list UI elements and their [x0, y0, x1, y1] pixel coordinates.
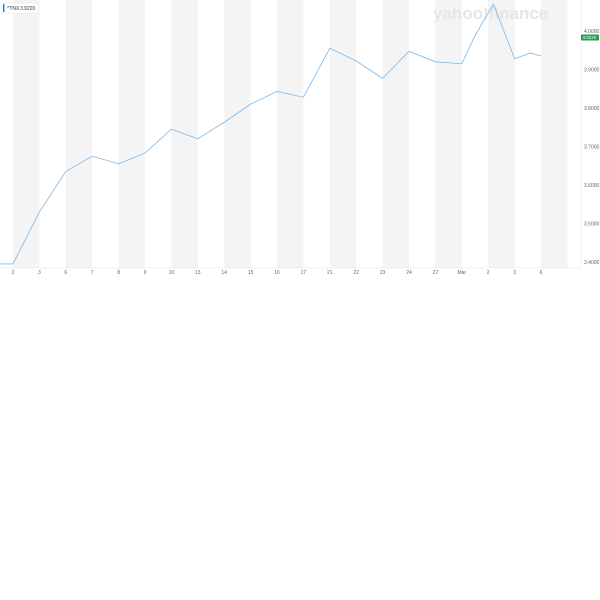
data-point — [224, 122, 225, 123]
x-tick-label: 3 — [513, 270, 516, 276]
x-tick-label: 2 — [12, 270, 15, 276]
chart-svg: yahoo!finance 3.40003.50003.60003.70003.… — [0, 0, 600, 276]
data-point — [12, 263, 13, 264]
x-tick-label: 6 — [64, 270, 67, 276]
x-tick-label: 3 — [38, 270, 41, 276]
data-point — [493, 3, 494, 4]
data-point — [530, 52, 531, 53]
x-tick-label: 14 — [221, 270, 227, 276]
x-tick-label: 8 — [117, 270, 120, 276]
data-point — [250, 104, 251, 105]
y-tick-label: 4.0000 — [584, 29, 600, 35]
watermark: yahoo!finance — [433, 4, 548, 23]
y-tick-label: 3.6000 — [584, 183, 600, 189]
grid-band — [488, 0, 515, 268]
data-point — [118, 163, 119, 164]
chart: yahoo!finance 3.4000 3.5000 3.6000 3.7000 3.… — [0, 0, 600, 600]
legend-symbol: ^TNX — [7, 6, 20, 12]
x-tick-label: 13 — [195, 270, 201, 276]
last-price-tag: 3.9220 — [581, 34, 599, 41]
data-point — [171, 129, 172, 130]
x-tick-label: 2 — [487, 270, 490, 276]
x-tick-label: 22 — [353, 270, 359, 276]
grid-band — [13, 0, 40, 268]
data-point — [197, 138, 198, 139]
data-point — [435, 61, 436, 62]
x-tick-label: 10 — [169, 270, 175, 276]
x-tick-label: 24 — [406, 270, 412, 276]
y-tick-label: 3.5000 — [584, 221, 600, 227]
x-tick-label: 21 — [327, 270, 333, 276]
yahoo-finance-watermark: yahoo!finance — [433, 4, 548, 23]
last-price-tag-value: 3.9220 — [583, 35, 597, 40]
data-point — [303, 97, 304, 98]
data-point — [329, 48, 330, 49]
y-tick-label: 3.8000 — [584, 106, 600, 112]
grid-band — [224, 0, 251, 268]
data-point — [461, 63, 462, 64]
grid-band — [65, 0, 93, 268]
x-tick-label: 9 — [144, 270, 147, 276]
data-point — [144, 152, 145, 153]
x-axis-ticks: 2 3 6 7 8 9 10 13 14 15 16 17 21 22 23 24 27 Mar 2 3 6 — [12, 270, 543, 276]
x-tick-label: 6 — [540, 270, 543, 276]
data-point — [39, 211, 40, 212]
x-tick-label: 15 — [248, 270, 254, 276]
legend: ^TNX 3.9220 — [1, 2, 39, 14]
data-point — [356, 60, 357, 61]
data-point — [382, 78, 383, 79]
data-point — [92, 156, 93, 157]
data-point — [276, 91, 277, 92]
data-point — [408, 51, 409, 52]
x-tick-label: Mar — [457, 270, 466, 276]
grid-bands — [13, 0, 568, 268]
grid-band — [435, 0, 462, 268]
y-tick-label: 3.4000 — [584, 260, 600, 266]
grid-band — [329, 0, 357, 268]
data-point — [65, 171, 66, 172]
x-tick-label: 23 — [380, 270, 386, 276]
grid-band — [382, 0, 409, 268]
x-tick-label: 27 — [433, 270, 439, 276]
grid-band — [541, 0, 568, 268]
grid-band — [118, 0, 145, 268]
legend-marker — [3, 4, 5, 12]
y-tick-label: 3.9000 — [584, 67, 600, 73]
data-point — [474, 35, 475, 36]
x-tick-label: 17 — [301, 270, 307, 276]
data-point — [514, 58, 515, 59]
x-tick-label: 16 — [274, 270, 280, 276]
data-point — [540, 55, 541, 56]
y-tick-label: 3.7000 — [584, 144, 600, 150]
legend-value: 3.9220 — [20, 6, 36, 12]
x-tick-label: 7 — [91, 270, 94, 276]
y-axis-ticks: 3.4000 3.5000 3.6000 3.7000 3.8000 3.9000 4.00… — [584, 29, 600, 266]
grid-band — [277, 0, 304, 268]
